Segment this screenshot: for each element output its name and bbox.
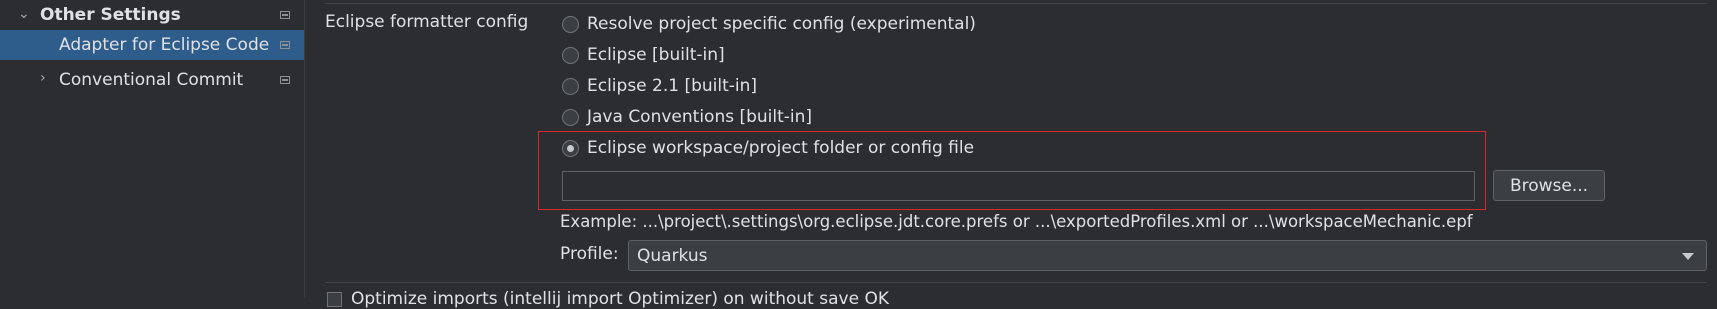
radio-button[interactable]: [562, 15, 579, 33]
sidebar-item-conventional-commit[interactable]: › Conventional Commit: [0, 65, 304, 95]
config-path-input[interactable]: [562, 171, 1475, 201]
divider: [325, 282, 1707, 283]
project-scope-icon: [280, 11, 290, 19]
radio-button[interactable]: [562, 108, 579, 126]
radio-label: Eclipse 2.1 [built-in]: [587, 76, 758, 96]
optimize-imports-checkbox[interactable]: [327, 292, 342, 307]
radio-workspace-config-file[interactable]: Eclipse workspace/project folder or conf…: [562, 134, 974, 162]
sidebar-item-label: Adapter for Eclipse Code Formatter: [59, 35, 271, 55]
radio-button[interactable]: [562, 46, 579, 64]
sidebar-item-adapter-eclipse[interactable]: Adapter for Eclipse Code Formatter: [0, 30, 304, 60]
profile-selected-value: Quarkus: [637, 245, 708, 266]
chevron-down-icon[interactable]: ⌄: [18, 7, 32, 21]
radio-resolve-project-config[interactable]: Resolve project specific config (experim…: [562, 10, 976, 38]
project-scope-icon: [280, 76, 290, 84]
sidebar-item-label: Conventional Commit: [59, 70, 244, 90]
profile-select[interactable]: Quarkus: [628, 240, 1707, 271]
project-scope-icon: [280, 41, 290, 49]
divider: [325, 3, 1707, 4]
radio-label: Resolve project specific config (experim…: [587, 14, 976, 34]
profile-label: Profile:: [560, 244, 619, 264]
radio-eclipse-21-builtin[interactable]: Eclipse 2.1 [built-in]: [562, 72, 757, 100]
radio-eclipse-builtin[interactable]: Eclipse [built-in]: [562, 41, 725, 69]
radio-label: Eclipse [built-in]: [587, 45, 725, 65]
example-hint: Example: ...\project\.settings\org.eclip…: [560, 212, 1473, 231]
settings-content: Eclipse formatter config Resolve project…: [305, 0, 1717, 309]
radio-label: Java Conventions [built-in]: [587, 107, 813, 127]
settings-sidebar: ⌄ Other Settings Adapter for Eclipse Cod…: [0, 0, 305, 297]
optimize-imports-label: Optimize imports (intellij import Optimi…: [351, 289, 889, 309]
radio-button-selected[interactable]: [562, 139, 579, 157]
dropdown-arrow-icon[interactable]: [1682, 253, 1694, 260]
radio-java-conventions[interactable]: Java Conventions [built-in]: [562, 103, 812, 131]
sidebar-item-label: Other Settings: [40, 5, 181, 25]
formatter-config-label: Eclipse formatter config: [325, 12, 529, 32]
browse-button[interactable]: Browse...: [1493, 170, 1605, 201]
radio-button[interactable]: [562, 77, 579, 95]
chevron-right-icon[interactable]: ›: [40, 71, 54, 85]
sidebar-item-other-settings[interactable]: ⌄ Other Settings: [0, 0, 304, 30]
radio-label: Eclipse workspace/project folder or conf…: [587, 138, 975, 158]
